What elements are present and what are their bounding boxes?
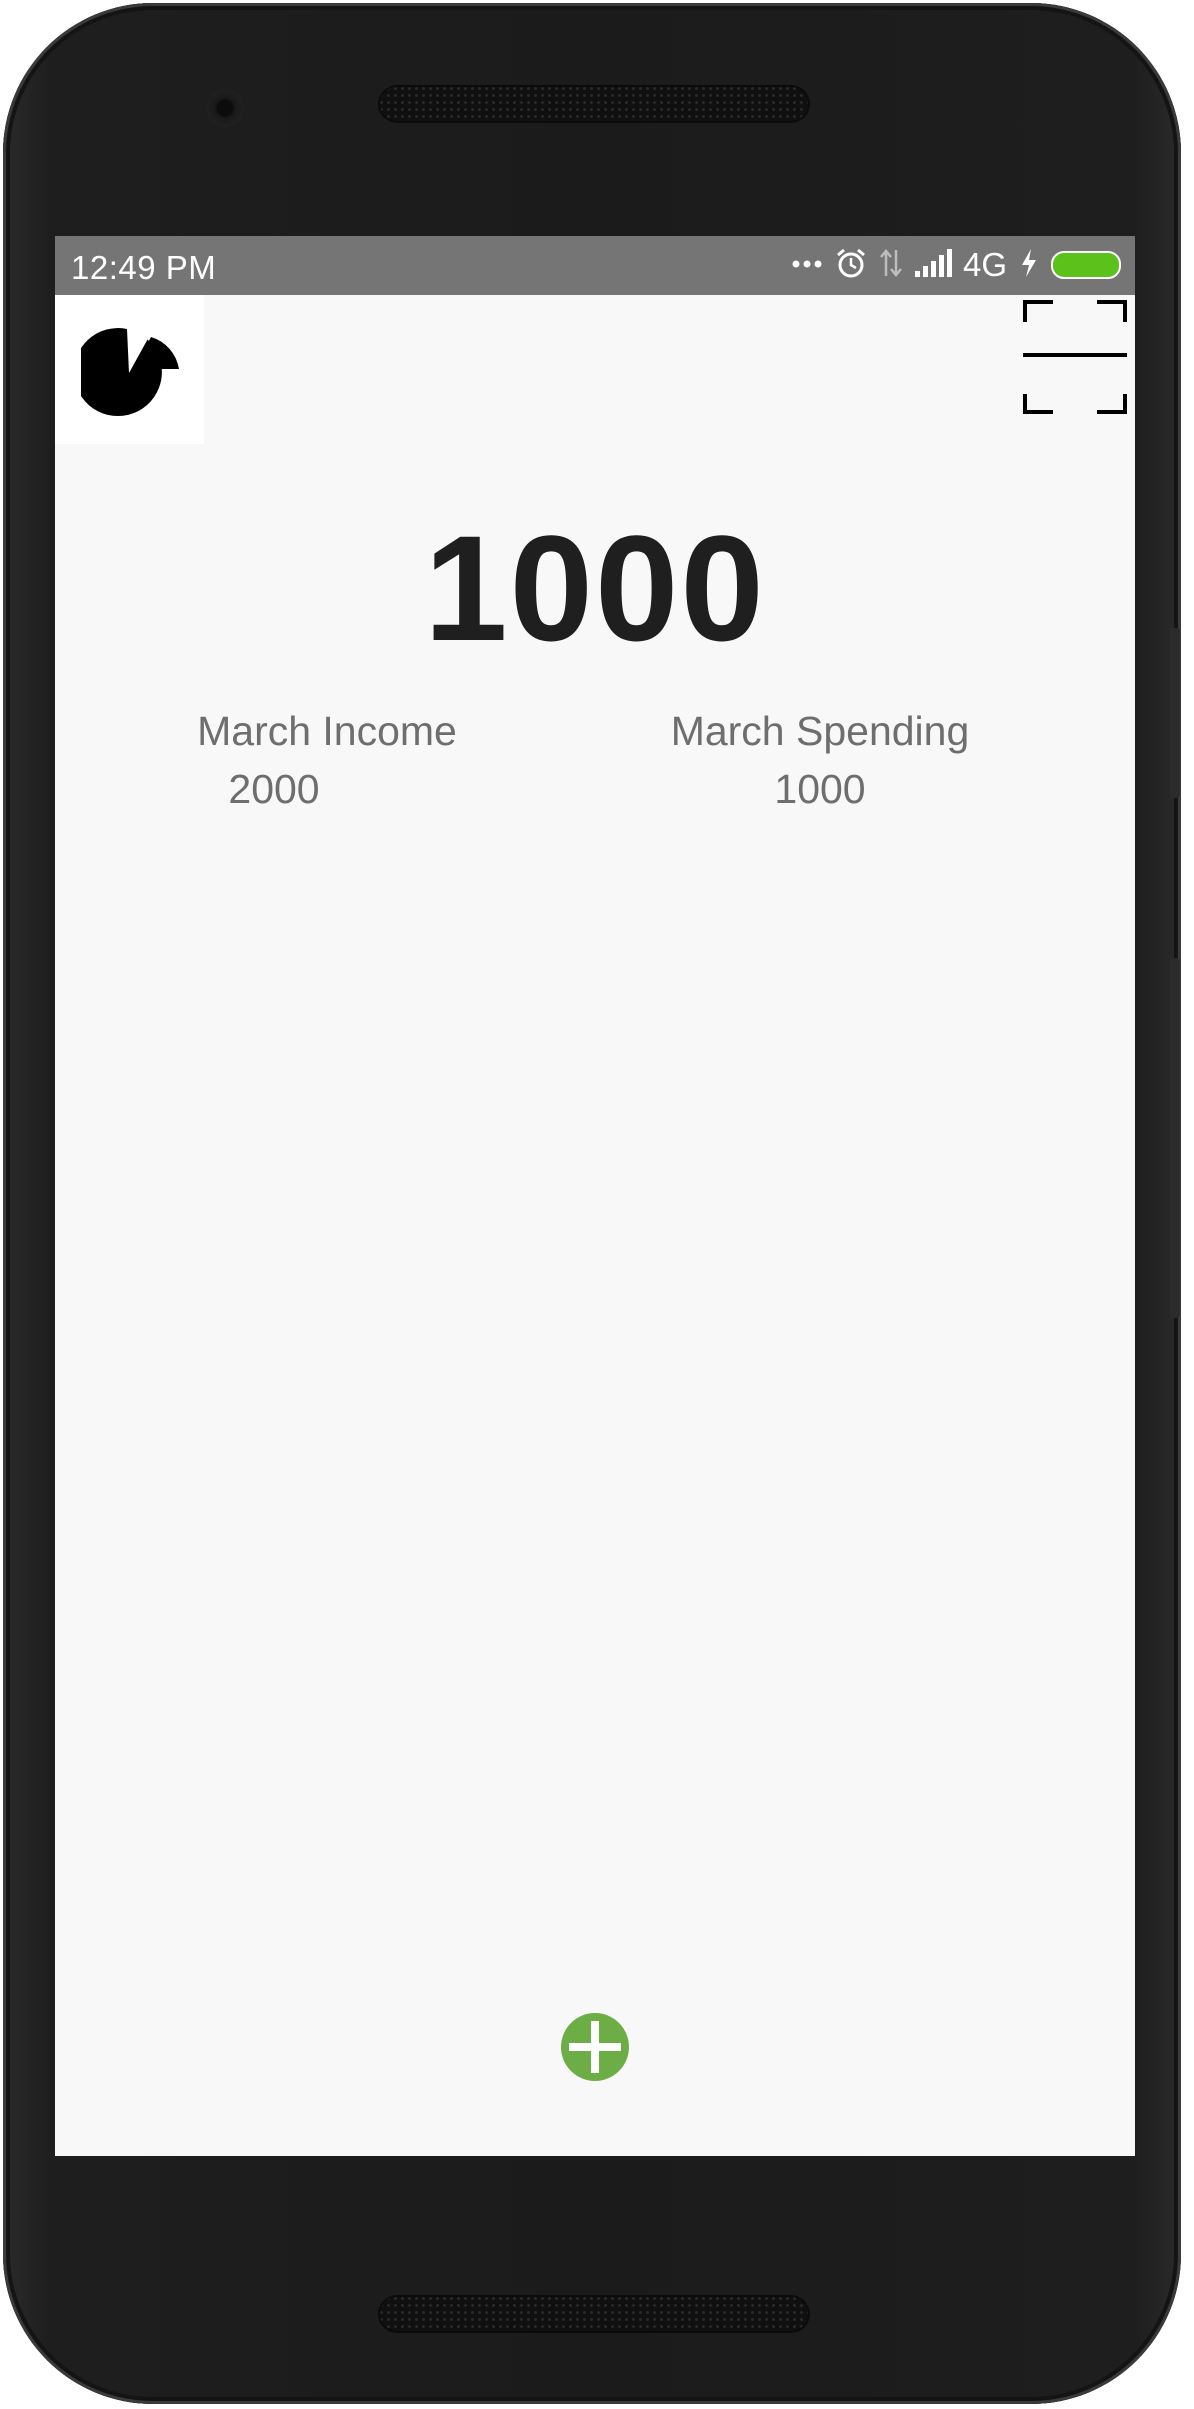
network-type: 4G <box>962 246 1007 283</box>
signal-icon <box>914 248 953 282</box>
top-speaker-grille <box>378 85 810 123</box>
pie-chart-icon <box>81 328 179 417</box>
power-button <box>1170 628 1180 798</box>
scan-button[interactable] <box>1023 300 1127 416</box>
status-time: 12:49 PM <box>71 249 217 286</box>
add-transaction-button[interactable] <box>560 2012 630 2082</box>
balance-amount: 1000 <box>424 504 766 672</box>
spending-value: 1000 <box>774 766 866 812</box>
app-logo[interactable] <box>55 295 204 444</box>
bottom-speaker-grille <box>378 2295 810 2333</box>
status-bar: 12:49 PM 4G <box>55 236 1135 295</box>
phone-frame: 12:49 PM 4G 1000 March Income 2000 March… <box>3 3 1181 2404</box>
income-label: March Income <box>197 708 457 754</box>
charging-icon <box>1020 248 1038 283</box>
battery-icon <box>1051 251 1121 279</box>
plus-circle-icon <box>561 2013 629 2081</box>
spending-label: March Spending <box>670 708 970 754</box>
status-icons: 4G <box>779 245 1121 285</box>
scan-icon <box>1023 300 1127 414</box>
more-notifications-icon <box>792 256 822 274</box>
alarm-icon <box>835 247 867 284</box>
front-camera <box>206 89 244 127</box>
income-value: 2000 <box>228 766 320 812</box>
data-transfer-icon <box>880 248 902 283</box>
app-screen: 12:49 PM 4G 1000 March Income 2000 March… <box>55 236 1135 2156</box>
volume-button <box>1170 958 1180 1318</box>
